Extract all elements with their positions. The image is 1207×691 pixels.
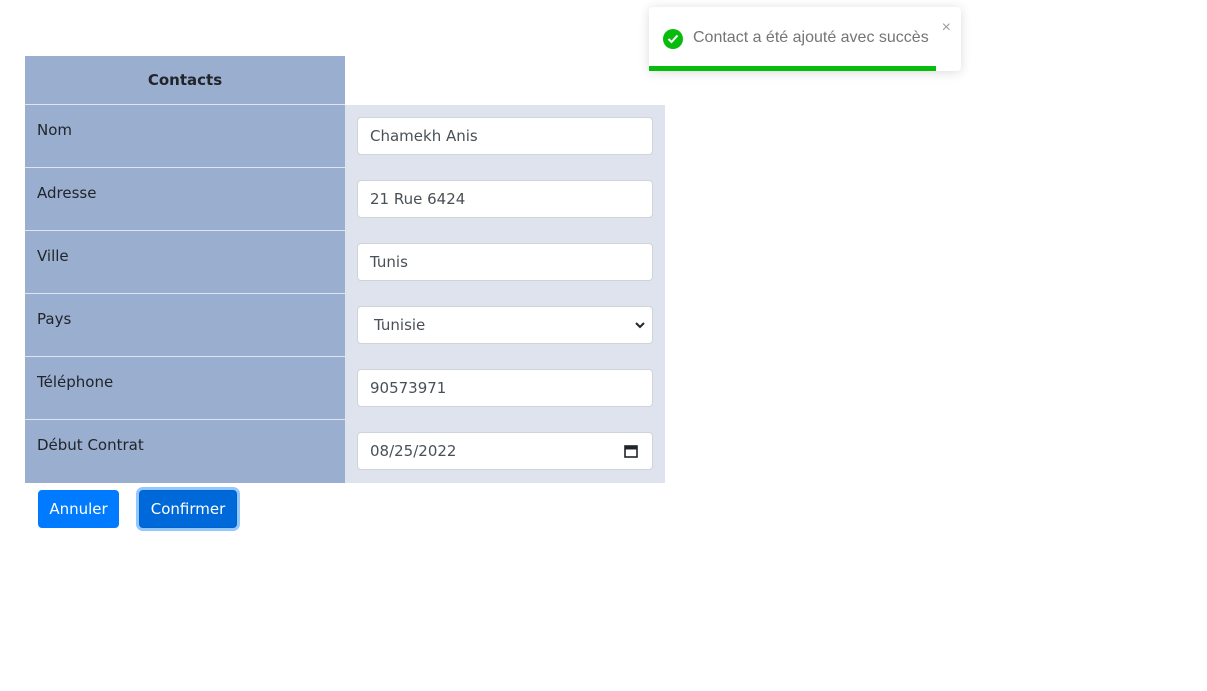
label-nom: Nom (25, 104, 345, 168)
form-actions: Annuler Confirmer (38, 490, 237, 528)
toast-progress-bar (649, 66, 937, 71)
nom-input[interactable]: Chamekh Anis (357, 117, 653, 155)
label-debut-contrat: Début Contrat (25, 419, 345, 483)
label-telephone: Téléphone (25, 356, 345, 420)
telephone-input-value: 90573971 (370, 379, 447, 397)
calendar-icon[interactable] (624, 444, 638, 458)
form-row-pays: Pays Tunisie (25, 293, 665, 357)
toast-message: Contact a été ajouté avec succès (693, 29, 929, 46)
adresse-input[interactable]: 21 Rue 6424 (357, 180, 653, 218)
success-toast[interactable]: Contact a été ajouté avec succès × (649, 7, 961, 71)
pays-select-value: Tunisie (374, 316, 426, 334)
label-ville: Ville (25, 230, 345, 294)
table-header-empty (345, 56, 665, 105)
chevron-down-icon (635, 322, 645, 329)
form-row-telephone: Téléphone 90573971 (25, 356, 665, 420)
confirmer-button[interactable]: Confirmer (139, 490, 237, 528)
contact-form-table: Contacts Nom Chamekh Anis Adresse 21 Rue… (25, 56, 665, 483)
nom-input-value: Chamekh Anis (370, 127, 478, 145)
adresse-input-value: 21 Rue 6424 (370, 190, 466, 208)
annuler-button[interactable]: Annuler (38, 490, 119, 528)
debut-contrat-date-input[interactable]: 08/25/2022 (357, 432, 653, 470)
form-row-ville: Ville Tunis (25, 230, 665, 294)
form-row-adresse: Adresse 21 Rue 6424 (25, 167, 665, 231)
check-circle-icon (663, 29, 683, 49)
label-adresse: Adresse (25, 167, 345, 231)
label-pays: Pays (25, 293, 345, 357)
form-row-debut-contrat: Début Contrat 08/25/2022 (25, 419, 665, 483)
form-row-nom: Nom Chamekh Anis (25, 104, 665, 168)
table-header-contacts: Contacts (25, 56, 345, 105)
telephone-input[interactable]: 90573971 (357, 369, 653, 407)
pays-select[interactable]: Tunisie (357, 306, 653, 344)
ville-input[interactable]: Tunis (357, 243, 653, 281)
ville-input-value: Tunis (370, 253, 408, 271)
close-icon[interactable]: × (942, 19, 951, 37)
debut-contrat-date-value: 08/25/2022 (370, 442, 457, 460)
